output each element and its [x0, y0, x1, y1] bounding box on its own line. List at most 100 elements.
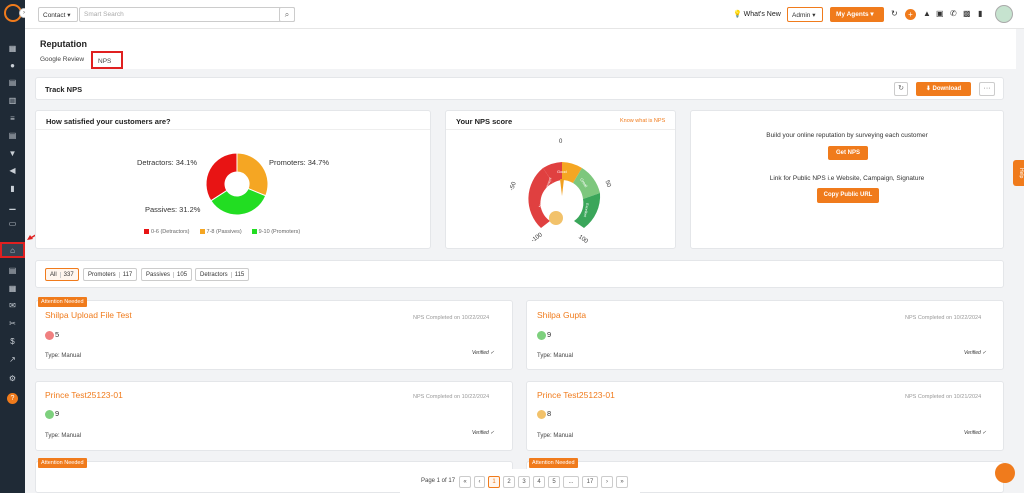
- more-options-icon[interactable]: ···: [979, 82, 995, 96]
- detractors-label: Detractors: 34.1%: [137, 158, 198, 167]
- last-page-button[interactable]: »: [616, 476, 628, 488]
- nps-score-card: Your NPS score Know what is NPS 0 -50 50…: [445, 110, 676, 249]
- bank-icon[interactable]: ▥: [0, 92, 25, 108]
- search-icon[interactable]: ⌕: [279, 7, 295, 22]
- record-type: Type: Manual: [45, 433, 82, 439]
- reputation-icon[interactable]: ⌂: [0, 242, 25, 258]
- notes-icon[interactable]: ≡: [0, 110, 25, 126]
- admin-select-label: Admin: [792, 12, 811, 19]
- get-nps-button[interactable]: Get NPS: [828, 146, 868, 160]
- next-page-button[interactable]: ›: [601, 476, 613, 488]
- notification-icon[interactable]: ▣: [936, 9, 944, 18]
- documents-icon[interactable]: ▤: [0, 74, 25, 90]
- page-3-button[interactable]: 3: [518, 476, 530, 488]
- tools-icon[interactable]: ✂: [0, 315, 25, 331]
- track-nps-title: Track NPS: [45, 85, 83, 94]
- ellipsis: ...: [563, 476, 579, 488]
- chip-icon[interactable]: ▩: [963, 9, 971, 18]
- filter-all[interactable]: All 337: [45, 268, 79, 281]
- page-header: Reputation Google Review NPS: [25, 29, 1016, 69]
- phone-icon[interactable]: ✆: [950, 9, 957, 18]
- record-card[interactable]: Prince Test25123-01 NPS Completed on 10/…: [35, 381, 513, 451]
- filter-passives[interactable]: Passives 105: [141, 268, 193, 281]
- record-card[interactable]: Shilpa Gupta NPS Completed on 10/22/2024…: [526, 300, 1004, 370]
- record-card[interactable]: Prince Test25123-01 NPS Completed on 10/…: [526, 381, 1004, 451]
- nps-score-title: Your NPS score: [456, 117, 513, 126]
- dashboard-icon[interactable]: ▦: [0, 40, 25, 56]
- contact-select[interactable]: Contact ▾: [38, 7, 78, 22]
- tab-nps[interactable]: NPS: [91, 51, 123, 69]
- charts-icon[interactable]: ▁: [0, 197, 25, 213]
- build-text: Build your online reputation by surveyin…: [766, 132, 928, 139]
- whats-new-link[interactable]: 💡 What's New: [733, 10, 781, 18]
- filter-detractors[interactable]: Detractors 115: [195, 268, 250, 281]
- campaign-icon[interactable]: ◀: [0, 162, 25, 178]
- copy-public-url-button[interactable]: Copy Public URL: [817, 188, 879, 203]
- gauge-label-good: Good: [557, 169, 567, 174]
- bell-icon[interactable]: ▲: [923, 9, 931, 18]
- filter-all-count: 337: [59, 272, 74, 278]
- my-agents-button[interactable]: My Agents ▾: [830, 7, 884, 22]
- dollar-icon[interactable]: $: [0, 333, 25, 349]
- calendar-icon[interactable]: ▦: [0, 280, 25, 296]
- pie-slice-passives: [236, 152, 269, 197]
- verified-customer-logo: Verified ✓: [964, 430, 987, 436]
- analytics-icon[interactable]: ↗: [0, 351, 25, 367]
- legend-detractors-label: 0-6 (Detractors): [151, 229, 190, 235]
- search-input[interactable]: Smart Search: [79, 7, 295, 22]
- record-date: NPS Completed on 10/22/2024: [905, 315, 982, 321]
- reports-icon[interactable]: ▮: [0, 180, 25, 196]
- page-4-button[interactable]: 4: [533, 476, 545, 488]
- legend-promoters-label: 9-10 (Promoters): [258, 229, 301, 235]
- record-name[interactable]: Shilpa Gupta: [537, 310, 586, 320]
- know-nps-link[interactable]: Know what is NPS: [620, 118, 665, 124]
- record-name[interactable]: Prince Test25123-01: [537, 390, 615, 400]
- help-tab[interactable]: Help: [1013, 160, 1024, 186]
- refresh-icon[interactable]: ↻: [894, 82, 908, 96]
- page-2-button[interactable]: 2: [503, 476, 515, 488]
- prev-page-button[interactable]: ‹: [474, 476, 485, 488]
- my-agents-label: My Agents: [836, 11, 869, 18]
- filter-passives-label: Passives: [146, 272, 171, 278]
- page-1-button[interactable]: 1: [488, 476, 500, 488]
- neutral-face-icon: [537, 409, 546, 419]
- page-title: Reputation: [40, 39, 87, 49]
- top-bar: Contact ▾ Smart Search ⌕ 💡 What's New Ad…: [25, 0, 1024, 29]
- record-type: Type: Manual: [45, 353, 82, 359]
- attention-badge: Attention Needed: [38, 458, 87, 468]
- legend-passives-label: 7-8 (Passives): [206, 229, 242, 235]
- record-card[interactable]: Attention Needed Shilpa Upload File Test…: [35, 297, 513, 370]
- record-date: NPS Completed on 10/21/2024: [905, 394, 982, 400]
- trash-icon[interactable]: ▮: [978, 9, 982, 18]
- billing-icon[interactable]: ▤: [0, 262, 25, 278]
- gauge-tick-100: 100: [577, 234, 589, 243]
- filter-detractors-label: Detractors: [200, 272, 228, 278]
- nps-pie-chart: [205, 152, 269, 216]
- record-date: NPS Completed on 10/22/2024: [413, 315, 490, 321]
- chart-legend: 0-6 (Detractors) 7-8 (Passives) 9-10 (Pr…: [144, 229, 300, 235]
- sidebar: › ▦ ● ▤ ▥ ≡ ▤ ▼ ◀ ▮ ▁ ▭ ⌂ ▤ ▦ ✉ ✂ $ ↗ ⚙ …: [0, 0, 29, 493]
- tasks-icon[interactable]: ▤: [0, 127, 25, 143]
- download-button[interactable]: ⬇ Download: [916, 82, 971, 96]
- chat-icon[interactable]: [995, 463, 1015, 483]
- record-name[interactable]: Shilpa Upload File Test: [45, 310, 132, 320]
- settings-icon[interactable]: ⚙: [0, 370, 25, 386]
- public-link-text: Link for Public NPS i.e Website, Campaig…: [769, 175, 925, 182]
- first-page-button[interactable]: «: [459, 476, 471, 488]
- filter-icon[interactable]: ▼: [0, 145, 25, 161]
- page-5-button[interactable]: 5: [548, 476, 560, 488]
- mail-icon[interactable]: ✉: [0, 297, 25, 313]
- folder-icon[interactable]: ▭: [0, 215, 25, 231]
- contacts-icon[interactable]: ●: [0, 57, 25, 73]
- record-name[interactable]: Prince Test25123-01: [45, 390, 123, 400]
- user-avatar[interactable]: [995, 5, 1013, 23]
- help-icon[interactable]: ?: [0, 390, 25, 406]
- filter-all-label: All: [50, 272, 57, 278]
- page-17-button[interactable]: 17: [582, 476, 598, 488]
- tab-google-review[interactable]: Google Review: [40, 56, 84, 63]
- download-label: Download: [932, 86, 962, 92]
- filter-promoters[interactable]: Promoters 117: [83, 268, 138, 281]
- admin-select[interactable]: Admin ▾: [787, 7, 823, 22]
- refresh-icon[interactable]: ↻: [891, 9, 898, 18]
- add-icon[interactable]: +: [905, 9, 916, 20]
